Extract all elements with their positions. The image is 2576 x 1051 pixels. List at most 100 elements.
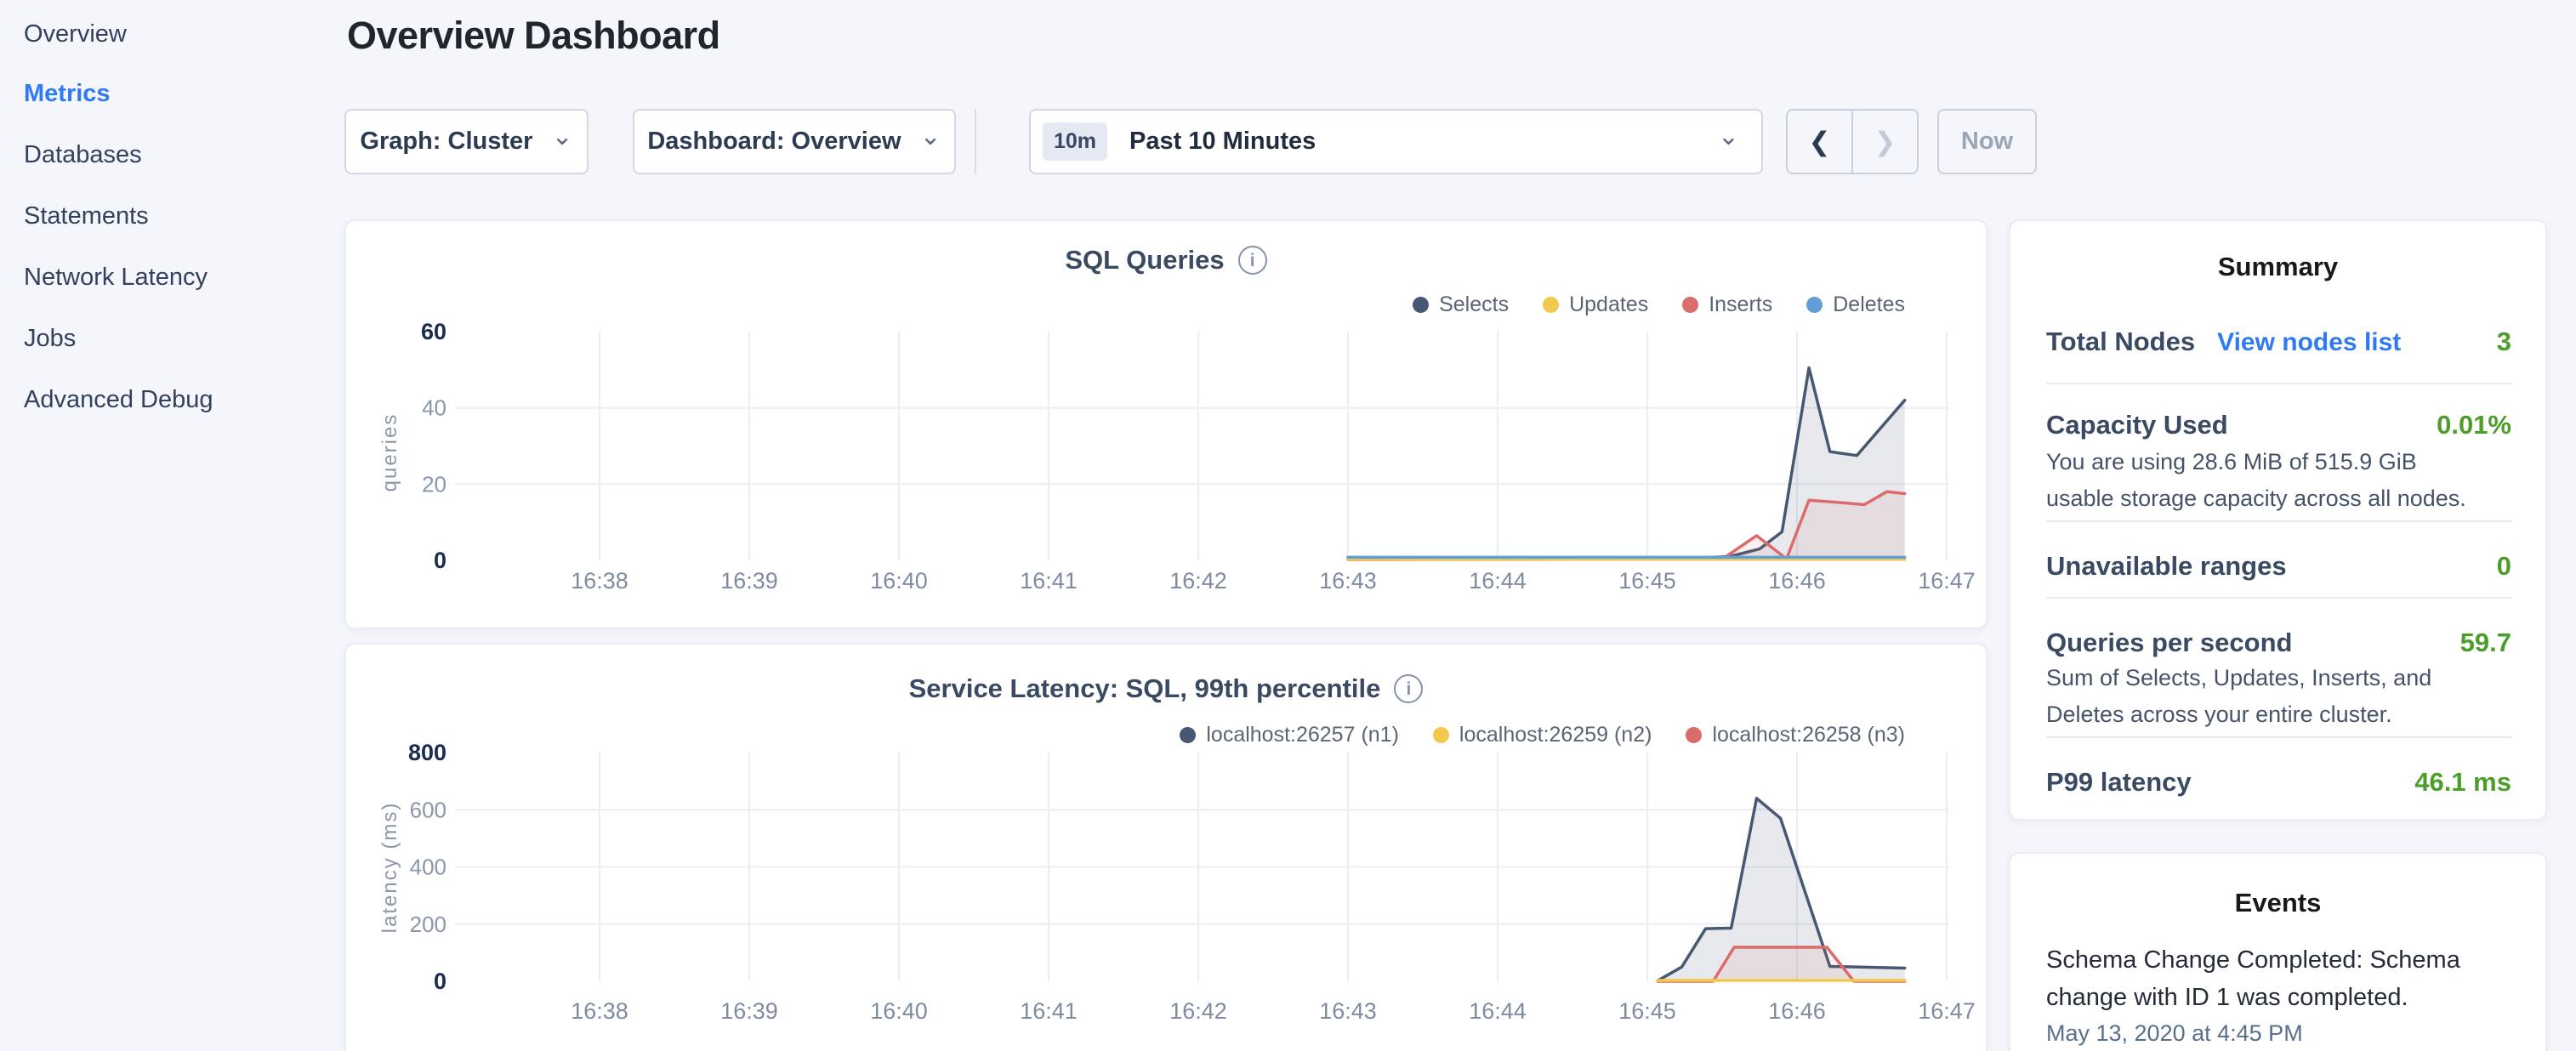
dashboard-select[interactable]: Dashboard: Overview ⌄ — [633, 109, 956, 174]
summary-row-note: Sum of Selects, Updates, Inserts, and De… — [2046, 660, 2488, 733]
dashboard-select-label: Dashboard: Overview — [647, 128, 901, 156]
sql-queries-chart[interactable]: 16:38 16:39 16:40 16:41 16:42 16:43 16:44 16:45… — [346, 221, 1986, 628]
legend-item: Deletes — [1806, 293, 1905, 317]
graph-select[interactable]: Graph: Cluster ⌄ — [344, 109, 589, 174]
svg-text:16:45: 16:45 — [1618, 568, 1676, 594]
svg-text:60: 60 — [421, 319, 446, 344]
summary-heading: Summary — [2010, 252, 2545, 282]
service-latency-chart[interactable]: 16:3816:3916:4016:4116:4216:4316:4416:45… — [346, 645, 1986, 1051]
app-root: Overview Metrics Databases Statements Ne… — [0, 0, 2576, 1051]
legend-label: localhost:26257 (n1) — [1206, 723, 1399, 747]
sidebar-item-metrics[interactable]: Metrics — [24, 77, 111, 111]
summary-row-value: 0 — [2497, 551, 2511, 582]
svg-text:0: 0 — [434, 969, 446, 994]
info-icon[interactable]: i — [1238, 246, 1267, 275]
svg-text:40: 40 — [422, 395, 446, 421]
event-timestamp: May 13, 2020 at 4:45 PM — [2046, 1020, 2303, 1047]
summary-panel: Summary Total Nodes View nodes list 3 Cap… — [2009, 219, 2547, 821]
svg-text:20: 20 — [422, 471, 446, 497]
now-button[interactable]: Now — [1937, 109, 2037, 174]
legend-item: Updates — [1543, 293, 1648, 317]
legend-label: localhost:26258 (n3) — [1712, 723, 1905, 747]
svg-text:600: 600 — [410, 797, 446, 822]
time-window-badge: 10m — [1043, 122, 1107, 161]
legend-dot-icon — [1433, 727, 1449, 743]
svg-text:16:42: 16:42 — [1169, 568, 1227, 594]
time-stepper: ❮ ❯ — [1786, 109, 1919, 174]
events-panel: Events Schema Change Completed: Schema c… — [2009, 852, 2547, 1051]
svg-text:16:43: 16:43 — [1319, 568, 1377, 594]
legend-dot-icon — [1682, 297, 1698, 313]
divider — [2046, 520, 2511, 522]
svg-text:16:44: 16:44 — [1469, 568, 1527, 594]
chevron-down-icon: ⌄ — [551, 122, 572, 151]
event-text: Schema Change Completed: Schema change w… — [2046, 942, 2505, 1016]
legend-label: localhost:26259 (n2) — [1459, 723, 1652, 747]
svg-text:16:42: 16:42 — [1169, 998, 1227, 1024]
legend-dot-icon — [1180, 727, 1196, 743]
summary-row-label: Total Nodes View nodes list — [2046, 327, 2401, 357]
sidebar-item-network-latency[interactable]: Network Latency — [24, 260, 208, 294]
svg-text:16:38: 16:38 — [571, 568, 628, 594]
svg-text:16:43: 16:43 — [1319, 998, 1377, 1024]
summary-row-value: 46.1 ms — [2414, 767, 2511, 798]
total-nodes-label: Total Nodes — [2046, 327, 2195, 356]
divider — [2046, 383, 2511, 384]
legend-dot-icon — [1806, 297, 1823, 313]
svg-text:16:44: 16:44 — [1469, 998, 1527, 1024]
legend-item: localhost:26258 (n3) — [1686, 723, 1905, 747]
time-window-label: Past 10 Minutes — [1129, 128, 1718, 156]
legend-label: Deletes — [1833, 293, 1905, 317]
summary-row-value: 3 — [2497, 327, 2511, 357]
divider — [2046, 736, 2511, 738]
sidebar-item-databases[interactable]: Databases — [24, 138, 142, 172]
chevron-down-icon: ⌄ — [920, 122, 941, 151]
svg-text:200: 200 — [410, 912, 446, 937]
summary-row-label: P99 latency — [2046, 767, 2192, 798]
svg-text:16:39: 16:39 — [720, 568, 778, 594]
summary-row-note: You are using 28.6 MiB of 515.9 GiB usab… — [2046, 444, 2488, 517]
svg-text:16:46: 16:46 — [1768, 568, 1826, 594]
sql-queries-panel: SQL Queries i SelectsUpdatesInsertsDelet… — [344, 219, 1987, 629]
legend-dot-icon — [1543, 297, 1559, 313]
chart-title: Service Latency: SQL, 99th percentile — [909, 673, 1381, 704]
chart-legend: localhost:26257 (n1) localhost:26259 (n2)… — [1180, 723, 1905, 747]
summary-row-label: Queries per second — [2046, 628, 2292, 658]
events-heading: Events — [2010, 888, 2545, 918]
svg-text:16:41: 16:41 — [1020, 998, 1078, 1024]
time-prev-button[interactable]: ❮ — [1788, 111, 1851, 173]
sidebar-item-advanced-debug[interactable]: Advanced Debug — [24, 383, 213, 417]
divider — [2046, 597, 2511, 599]
sidebar-item-jobs[interactable]: Jobs — [24, 321, 76, 355]
legend-dot-icon — [1686, 727, 1702, 743]
chart-title: SQL Queries — [1065, 245, 1224, 276]
svg-text:16:41: 16:41 — [1020, 568, 1078, 594]
toolbar-divider — [975, 109, 976, 174]
svg-text:16:40: 16:40 — [870, 568, 928, 594]
svg-text:16:38: 16:38 — [571, 998, 628, 1024]
svg-text:16:46: 16:46 — [1768, 998, 1826, 1024]
time-window-select[interactable]: 10m Past 10 Minutes ⌄ — [1029, 109, 1763, 174]
summary-row-value: 0.01% — [2437, 410, 2511, 440]
summary-row-label: Capacity Used — [2046, 410, 2228, 440]
time-next-button[interactable]: ❯ — [1851, 111, 1917, 173]
sidebar-item-overview[interactable]: Overview — [24, 17, 127, 51]
svg-text:16:47: 16:47 — [1918, 998, 1976, 1024]
chevron-down-icon: ⌄ — [1718, 122, 1739, 151]
legend-label: Updates — [1569, 293, 1648, 317]
summary-row-label: Unavailable ranges — [2046, 551, 2287, 582]
summary-row-value: 59.7 — [2460, 628, 2511, 658]
info-icon[interactable]: i — [1394, 674, 1423, 703]
svg-text:16:45: 16:45 — [1618, 998, 1676, 1024]
svg-text:16:47: 16:47 — [1918, 568, 1976, 594]
legend-label: Inserts — [1709, 293, 1772, 317]
page-title: Overview Dashboard — [347, 14, 720, 58]
view-nodes-list-link[interactable]: View nodes list — [2217, 328, 2401, 356]
sidebar-item-statements[interactable]: Statements — [24, 199, 149, 233]
legend-item: Inserts — [1682, 293, 1772, 317]
svg-text:16:40: 16:40 — [870, 998, 928, 1024]
svg-text:800: 800 — [408, 740, 446, 765]
svg-text:400: 400 — [410, 855, 446, 880]
graph-select-label: Graph: Cluster — [360, 128, 532, 156]
legend-item: localhost:26259 (n2) — [1433, 723, 1652, 747]
